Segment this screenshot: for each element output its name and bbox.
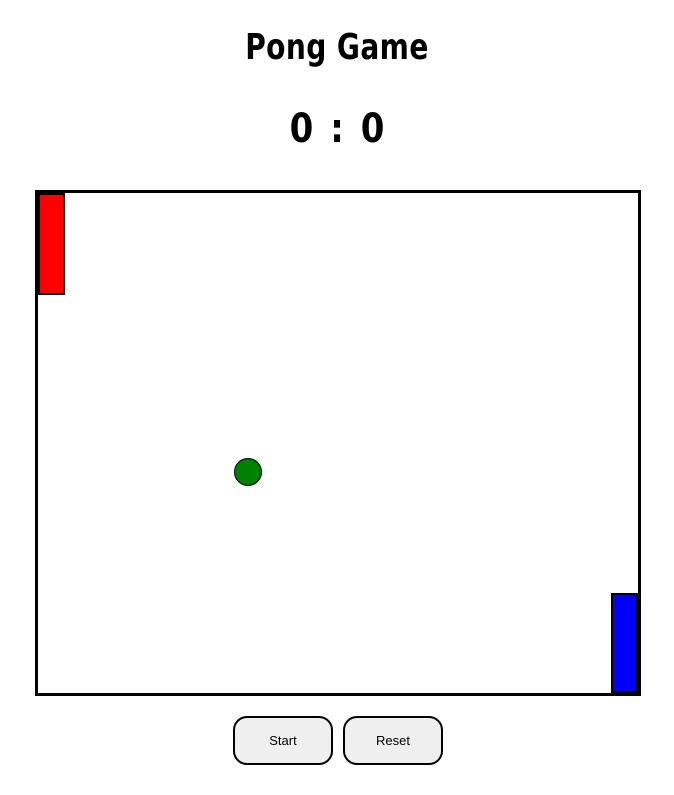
- game-board[interactable]: [35, 190, 641, 696]
- left-paddle: [38, 193, 65, 295]
- reset-button[interactable]: Reset: [343, 716, 443, 765]
- score-separator: :: [330, 106, 344, 152]
- pong-page: Pong Game 0 : 0 Start Reset: [0, 0, 674, 795]
- page-title: Pong Game: [245, 27, 429, 68]
- right-score: 0: [360, 106, 385, 152]
- start-button[interactable]: Start: [233, 716, 333, 765]
- game-controls: Start Reset: [233, 716, 443, 765]
- scoreboard: 0 : 0: [51, 104, 624, 154]
- left-score: 0: [289, 106, 314, 152]
- right-paddle: [611, 593, 638, 693]
- ball: [234, 458, 262, 486]
